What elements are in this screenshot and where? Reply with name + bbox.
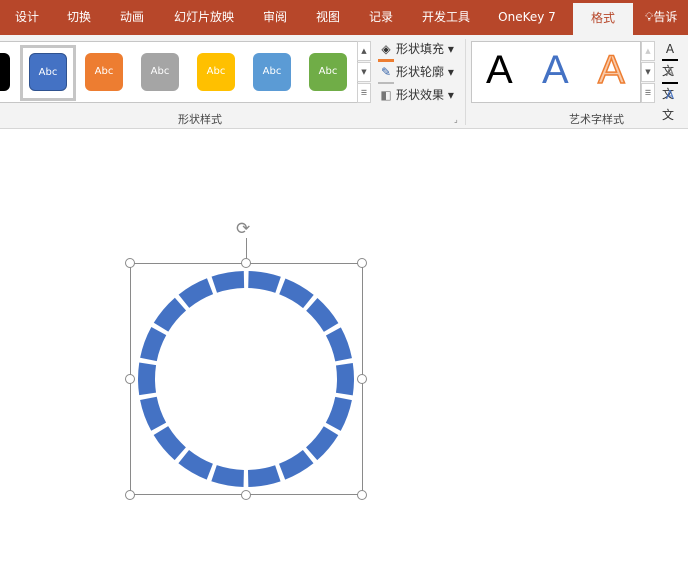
text-outline-icon: A [662,62,678,84]
text-fill-icon: A [662,39,678,61]
rotate-handle-icon[interactable]: ⟳ [236,219,250,239]
dashed-ring [138,271,354,487]
group-separator [465,39,466,125]
ribbon-tab-bar: 设计 切换 动画 幻灯片放映 审阅 视图 记录 开发工具 OneKey 7 格式… [0,0,688,35]
resize-handle-top-left[interactable] [125,258,135,268]
resize-handle-bottom[interactable] [241,490,251,500]
tab-developer[interactable]: 开发工具 [414,0,478,35]
style-swatch-black[interactable]: Abc [0,53,10,91]
resize-handle-bottom-left[interactable] [125,490,135,500]
resize-handle-top-right[interactable] [357,258,367,268]
wordart-more[interactable]: ☰ [641,83,655,103]
dashed-circle-shape[interactable] [136,269,356,489]
style-swatch-gold[interactable]: Abc [197,53,235,91]
resize-handle-bottom-right[interactable] [357,490,367,500]
resize-handle-top[interactable] [241,258,251,268]
style-swatch-gray[interactable]: Abc [141,53,179,91]
tab-design[interactable]: 设计 [5,0,49,35]
style-swatch-orange[interactable]: Abc [85,53,123,91]
wordart-gallery: A A A ▲ ▼ ☰ [471,41,655,103]
tab-transitions[interactable]: 切换 [57,0,101,35]
group-label-wordart-styles: 艺术字样式 [569,113,624,126]
group-label-shape-styles: 形状样式 [178,113,222,126]
text-effects-icon: A [665,88,675,102]
resize-handle-left[interactable] [125,374,135,384]
tab-tell-me[interactable]: 💡︎告诉 [645,0,688,35]
style-swatch-green[interactable]: Abc [309,53,347,91]
style-swatch-blue[interactable]: Abc [29,53,67,91]
wordart-sample-orange[interactable]: A [597,47,625,93]
resize-handle-right[interactable] [357,374,367,384]
wordart-sample-blue[interactable]: A [542,48,569,93]
tab-review[interactable]: 审阅 [253,0,297,35]
text-fill-button[interactable]: A文 [662,39,688,78]
gallery-scroll-up[interactable]: ▲ [357,41,371,61]
shape-effects-button[interactable]: ◧ 形状效果 ▾ [378,85,454,105]
style-swatch-lightblue[interactable]: Abc [253,53,291,91]
slide-canvas[interactable]: ⟳ [0,130,688,568]
tab-slideshow[interactable]: 幻灯片放映 [168,0,240,35]
gallery-more[interactable]: ☰ [357,83,371,103]
gallery-scroll-down[interactable]: ▼ [357,62,371,82]
dialog-launcher-icon[interactable]: ⌟ [454,115,458,124]
text-effects-button[interactable]: A文 [662,85,688,122]
tab-view[interactable]: 视图 [306,0,350,35]
tab-animations[interactable]: 动画 [110,0,154,35]
wordart-scroll-down[interactable]: ▼ [641,62,655,82]
ribbon: Abc Abc Abc Abc Abc Abc Abc ▲ ▼ ☰ ◈形状填充 … [0,35,688,129]
paint-bucket-icon: ◈ [378,39,394,62]
wordart-scroll-up[interactable]: ▲ [641,41,655,61]
shape-style-gallery: Abc Abc Abc Abc Abc Abc Abc ▲ ▼ ☰ [0,41,371,103]
text-outline-button[interactable]: A文 [662,62,688,101]
wordart-sample-black[interactable]: A [486,48,513,93]
pencil-icon: ✎ [378,62,394,84]
shape-outline-button[interactable]: ✎ 形状轮廓 ▾ [378,62,454,84]
shape-fill-button[interactable]: ◈ 形状填充 ▾ [378,39,454,62]
tab-record[interactable]: 记录 [359,0,403,35]
tab-onekey[interactable]: OneKey 7 [492,0,562,35]
effects-icon: ◧ [380,88,392,102]
tab-format[interactable]: 格式 [573,3,633,35]
